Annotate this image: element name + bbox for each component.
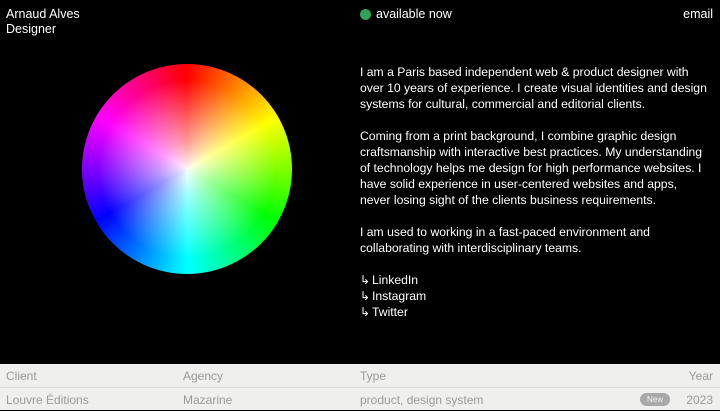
column-header-type[interactable]: Type [360,369,386,383]
brand[interactable]: Arnaud Alves Designer [6,7,80,37]
link-label: Twitter [372,305,408,319]
bio-paragraph-2: Coming from a print background, I combin… [360,129,703,207]
return-arrow-icon: ↳ [360,289,371,303]
social-links: ↳ LinkedIn ↳ Instagram ↳ Twitter [360,272,710,320]
column-header-client[interactable]: Client [6,369,37,383]
cell-client: Louvre Éditions [6,393,89,407]
column-header-year[interactable]: Year [689,369,713,383]
instagram-link[interactable]: ↳ Instagram [360,288,710,304]
cell-year: 2023 [686,393,713,407]
link-label: Instagram [372,289,427,303]
color-wheel-graphic [82,64,292,274]
projects-table: Client Agency Type Year Louvre Éditions … [0,364,720,410]
site-header: Arnaud Alves Designer available now emai… [0,0,720,50]
designer-name[interactable]: Arnaud Alves [6,7,80,22]
status-dot-icon [360,9,371,20]
cell-type: product, design system [360,393,484,407]
twitter-link[interactable]: ↳ Twitter [360,304,710,320]
link-label: LinkedIn [372,273,419,287]
email-link[interactable]: email [683,7,713,22]
availability-label: available now [376,7,452,21]
return-arrow-icon: ↳ [360,305,371,319]
return-arrow-icon: ↳ [360,273,371,287]
bio-paragraph-3: I am used to working in a fast-paced env… [360,225,650,255]
cell-agency: Mazarine [183,393,233,407]
new-badge: New [639,393,670,406]
table-row[interactable]: Louvre Éditions Mazarine product, design… [0,388,720,411]
table-header-row: Client Agency Type Year [0,364,720,388]
designer-role: Designer [6,22,57,36]
bio-section: I am a Paris based independent web & pro… [360,64,710,320]
column-header-agency[interactable]: Agency [183,369,223,383]
availability-status: available now [360,7,452,22]
bio-paragraph-1: I am a Paris based independent web & pro… [360,65,707,111]
linkedin-link[interactable]: ↳ LinkedIn [360,272,710,288]
